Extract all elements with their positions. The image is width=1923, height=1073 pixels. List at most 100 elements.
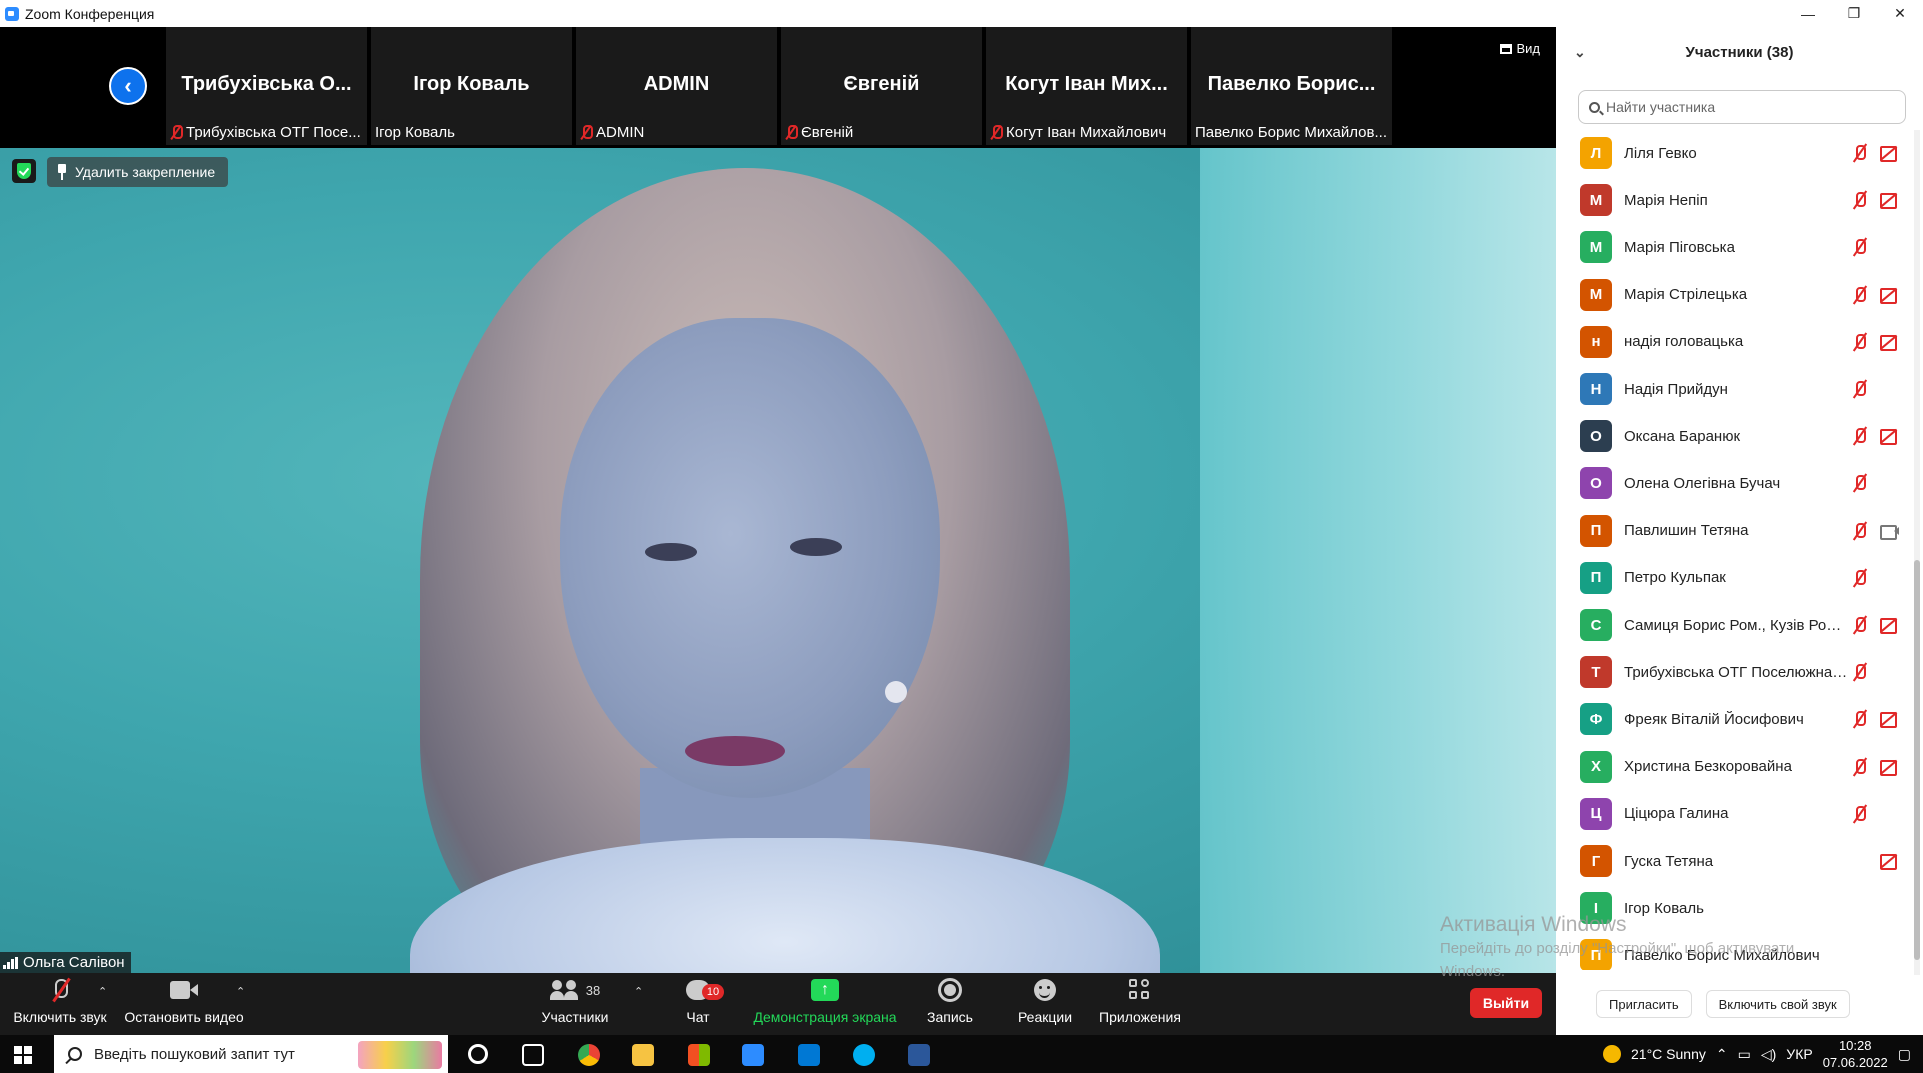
participant-list-scrollbar[interactable] <box>1914 130 1920 975</box>
cortana-icon[interactable] <box>468 1044 488 1064</box>
participant-row[interactable]: М Марія Піговська <box>1556 224 1911 270</box>
video-thumbnail[interactable]: ADMIN ADMIN <box>576 27 777 145</box>
word-icon[interactable] <box>908 1044 930 1066</box>
participant-row[interactable]: С Самиця Борис Ром., Кузів Ром... <box>1556 602 1911 648</box>
volume-icon[interactable]: ◁) <box>1761 1046 1776 1063</box>
thumbnail-name: Когут Іван Мих... <box>1005 73 1168 95</box>
grid-icon <box>1500 43 1513 54</box>
video-thumbnail[interactable]: Ігор Коваль Ігор Коваль <box>371 27 572 145</box>
participant-row[interactable]: П Петро Кульпак <box>1556 555 1911 601</box>
maximize-icon[interactable]: ❐ <box>1831 0 1877 27</box>
participant-row[interactable]: Л Ліля Гевко <box>1556 130 1911 176</box>
video-off-icon <box>1880 759 1900 776</box>
participants-label: Участники <box>541 1009 609 1025</box>
avatar: Ц <box>1580 797 1612 830</box>
taskbar-search-input[interactable]: Введіть пошуковий запит тут <box>54 1035 448 1073</box>
windows-activation-watermark: Активація Windows Перейдіть до розділу "… <box>1440 912 1794 983</box>
participant-row[interactable]: Ф Фреяк Віталій Йосифович <box>1556 696 1911 742</box>
participant-name: Фреяк Віталій Йосифович <box>1624 710 1804 728</box>
mail-icon[interactable] <box>798 1044 820 1066</box>
microphone-muted-icon <box>1852 238 1868 256</box>
invite-button[interactable]: Пригласить <box>1596 990 1692 1018</box>
participant-row[interactable]: Г Гуска Тетяна <box>1556 838 1911 884</box>
panel-title: Участники (38) <box>1685 43 1794 61</box>
task-view-icon[interactable] <box>522 1044 544 1066</box>
tray-chevron-up-icon[interactable]: ⌃ <box>1716 1046 1728 1063</box>
camera-icon <box>170 981 198 999</box>
video-thumbnail[interactable]: Євгеній Євгеній <box>781 27 982 145</box>
scrollbar-thumb[interactable] <box>1914 560 1920 960</box>
participant-row[interactable]: Т Трибухівська ОТГ Поселюжна Л.М. <box>1556 649 1911 695</box>
minimize-icon[interactable]: — <box>1785 0 1831 27</box>
microphone-muted-icon <box>1852 333 1868 351</box>
skype-icon[interactable] <box>853 1044 875 1066</box>
avatar: Г <box>1580 845 1612 877</box>
participant-name: Надія Прийдун <box>1624 380 1728 398</box>
apps-button[interactable]: Приложения <box>1095 973 1185 1035</box>
participant-name: Олена Олегівна Бучач <box>1624 474 1781 492</box>
record-button[interactable]: Запись <box>920 973 980 1035</box>
participant-row[interactable]: М Марія Непіп <box>1556 177 1911 223</box>
participant-row[interactable]: Н Надія Прийдун <box>1556 366 1911 412</box>
participant-row[interactable]: М Марія Стрілецька <box>1556 272 1911 318</box>
chat-button[interactable]: 10 Чат <box>670 973 726 1035</box>
participant-row[interactable]: Х Христина Безкоровайна <box>1556 744 1911 790</box>
participant-row[interactable]: П Павлишин Тетяна <box>1556 508 1911 554</box>
clock[interactable]: 10:28 07.06.2022 <box>1823 1037 1888 1071</box>
chevron-down-icon[interactable]: ⌄ <box>1574 44 1586 61</box>
zoom-taskbar-icon[interactable] <box>742 1044 764 1066</box>
video-options-caret-icon[interactable]: ⌃ <box>236 985 245 998</box>
reactions-label: Реакции <box>1017 1009 1073 1025</box>
participants-options-caret-icon[interactable]: ⌃ <box>634 985 643 998</box>
unmute-self-button[interactable]: Включить свой звук <box>1705 990 1850 1018</box>
speaker-face <box>560 318 940 798</box>
video-thumbnail[interactable]: Когут Іван Мих... Когут Іван Михайлович <box>986 27 1187 145</box>
zoom-app-icon <box>5 6 19 21</box>
windows-start-icon[interactable] <box>14 1046 32 1064</box>
participants-button[interactable]: 38 Участники <box>535 973 615 1035</box>
background-window-light <box>1200 148 1556 973</box>
reactions-icon <box>1034 979 1056 1001</box>
network-icon[interactable]: ▭ <box>1738 1046 1751 1063</box>
stop-video-button[interactable]: Остановить видео <box>120 973 248 1035</box>
unmute-button[interactable]: Включить звук <box>8 973 112 1035</box>
language-indicator[interactable]: УКР <box>1786 1046 1812 1062</box>
share-screen-button[interactable]: Демонстрация экрана <box>750 973 900 1035</box>
search-icon <box>68 1047 82 1061</box>
thumbnail-label: Когут Іван Михайлович <box>990 124 1166 141</box>
close-icon[interactable]: ✕ <box>1877 0 1923 27</box>
unpin-button[interactable]: Удалить закрепление <box>47 157 229 187</box>
participant-name: Оксана Баранюк <box>1624 427 1741 445</box>
clock-time: 10:28 <box>1838 1038 1872 1053</box>
participant-row[interactable]: О Олена Олегівна Бучач <box>1556 460 1911 506</box>
panel-footer: Пригласить Включить свой звук <box>1556 990 1923 1018</box>
video-off-icon <box>1880 854 1900 870</box>
reactions-button[interactable]: Реакции <box>1010 973 1080 1035</box>
participant-row[interactable]: н надія головацька <box>1556 319 1911 365</box>
microphone-muted-icon <box>1852 191 1868 209</box>
strip-previous-button[interactable]: ‹ <box>109 67 147 105</box>
chrome-icon[interactable] <box>578 1044 600 1066</box>
unpin-label: Удалить закрепление <box>75 164 216 180</box>
weather-text[interactable]: 21°C Sunny <box>1631 1046 1706 1062</box>
file-explorer-icon[interactable] <box>632 1044 654 1066</box>
video-off-icon <box>1880 193 1900 210</box>
notifications-icon[interactable]: ▢ <box>1898 1046 1911 1063</box>
video-thumbnail[interactable]: Павелко Борис... Павелко Борис Михайлов..… <box>1191 27 1392 145</box>
meeting-toolbar: Включить звук ⌃ Остановить видео ⌃ 38 Уч… <box>0 973 1556 1035</box>
participant-row[interactable]: О Оксана Баранюк <box>1556 413 1911 459</box>
store-icon[interactable] <box>688 1044 710 1066</box>
microphone-muted-icon <box>1852 380 1868 398</box>
view-button[interactable]: Вид <box>1500 41 1540 56</box>
thumbnail-label-text: Євгеній <box>801 124 854 141</box>
speaker-earring <box>885 681 907 703</box>
leave-button[interactable]: Выйти <box>1470 988 1542 1018</box>
active-speaker-video <box>0 148 1556 973</box>
participant-search-input[interactable]: Найти участника <box>1578 90 1906 124</box>
participant-row[interactable]: Ц Ціцюра Галина <box>1556 791 1911 837</box>
security-shield-icon[interactable] <box>12 159 36 183</box>
video-thumbnail[interactable]: Трибухівська О... Трибухівська ОТГ Посе..… <box>166 27 367 145</box>
thumbnail-name: Трибухівська О... <box>181 73 352 95</box>
audio-options-caret-icon[interactable]: ⌃ <box>98 985 107 998</box>
thumbnail-label: Ігор Коваль <box>375 124 455 141</box>
